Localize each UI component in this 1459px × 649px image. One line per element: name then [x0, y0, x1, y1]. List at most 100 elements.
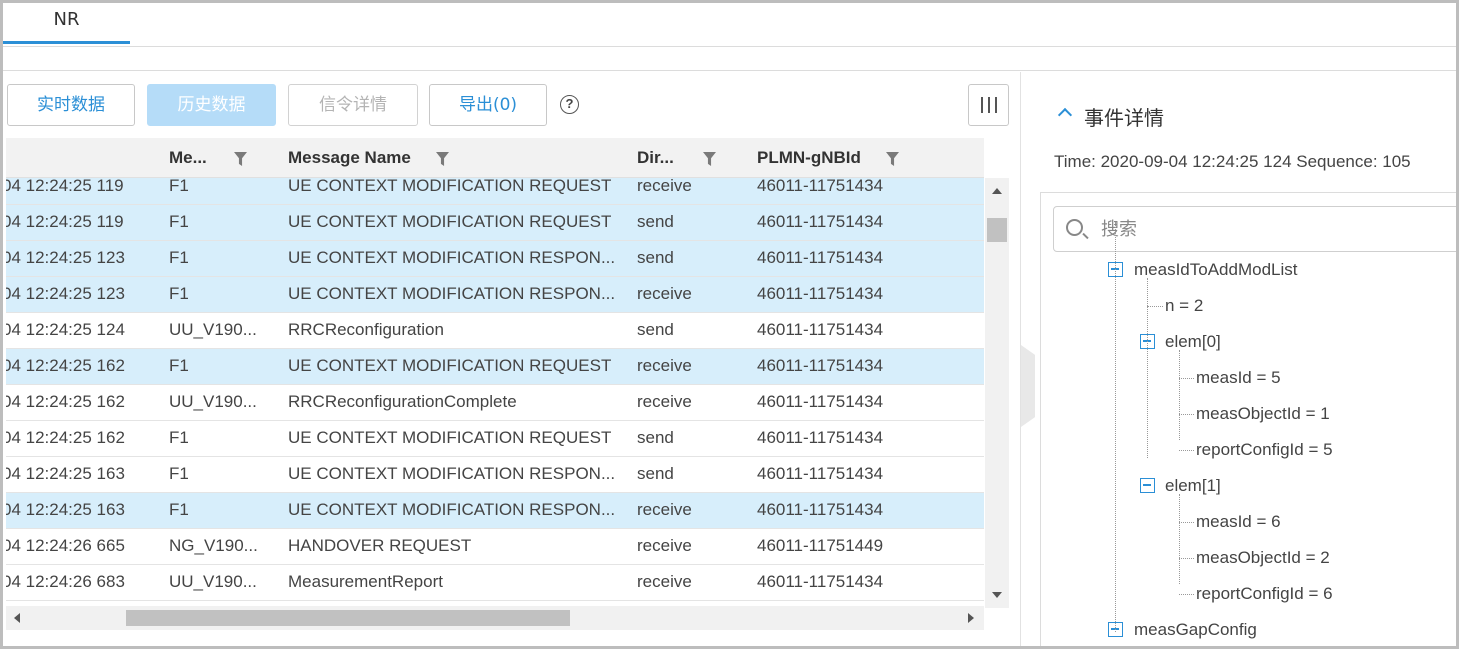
horizontal-scrollbar[interactable]	[6, 606, 984, 630]
event-detail-panel: 事件详情 Time: 2020-09-04 12:24:25 124 Seque…	[1036, 72, 1456, 646]
cell-name: UE CONTEXT MODIFICATION REQUEST	[288, 178, 612, 195]
cell-time: 04 12:24:26 683	[6, 572, 125, 591]
table-row[interactable]: 04 12:24:25 162 F1 UE CONTEXT MODIFICATION…	[6, 421, 984, 457]
panel-collapse-handle[interactable]	[1021, 345, 1035, 427]
cell-time: 04 12:24:25 162	[6, 428, 125, 447]
table-row[interactable]: 04 12:24:25 163 F1 UE CONTEXT MODIFICATION…	[6, 493, 984, 529]
vertical-scrollbar[interactable]	[985, 178, 1009, 608]
cell-dir: receive	[637, 572, 692, 591]
collapse-toggle-icon[interactable]	[1140, 478, 1155, 493]
scroll-up-icon[interactable]	[992, 188, 1002, 194]
column-header-me[interactable]: Me...	[169, 138, 207, 178]
column-header-direction[interactable]: Dir...	[637, 138, 674, 178]
column-settings-icon-bar	[988, 97, 990, 113]
tree-connector	[1179, 450, 1194, 451]
cell-me: F1	[169, 428, 189, 447]
panel-divider	[1020, 72, 1021, 646]
cell-dir: send	[637, 248, 674, 267]
tree-leaf: measObjectId = 2	[1196, 548, 1330, 567]
column-settings-button[interactable]	[968, 84, 1009, 126]
horizontal-scroll-thumb[interactable]	[126, 610, 570, 626]
column-header-message-name[interactable]: Message Name	[288, 138, 411, 178]
cell-time: 04 12:24:26 665	[6, 536, 125, 555]
export-button[interactable]: 导出(0)	[429, 84, 547, 126]
cell-time: 04 12:24:25 162	[6, 392, 125, 411]
filter-icon[interactable]	[234, 152, 247, 166]
tree-node[interactable]: measIdToAddModList	[1134, 260, 1297, 280]
filter-icon[interactable]	[436, 152, 449, 166]
cell-name: UE CONTEXT MODIFICATION RESPON...	[288, 500, 616, 519]
cell-me: F1	[169, 464, 189, 483]
cell-name: UE CONTEXT MODIFICATION REQUEST	[288, 428, 612, 447]
table-row[interactable]: 04 12:24:25 163 F1 UE CONTEXT MODIFICATION…	[6, 457, 984, 493]
cell-time: 04 12:24:25 162	[6, 356, 125, 375]
table-row[interactable]: 04 12:24:25 123 F1 UE CONTEXT MODIFICATION…	[6, 241, 984, 277]
table-row[interactable]: 04 12:24:25 124 UU_V190... RRCReconfigurat…	[6, 313, 984, 349]
cell-name: MeasurementReport	[288, 572, 443, 591]
cell-plmn: 46011-11751434	[757, 178, 884, 195]
cell-me: NG_V190...	[169, 536, 258, 555]
cell-dir: send	[637, 320, 674, 339]
cell-time: 04 12:24:25 119	[6, 178, 124, 195]
tree-connector	[1179, 378, 1194, 379]
cell-name: UE CONTEXT MODIFICATION REQUEST	[288, 212, 612, 231]
tree-search-input[interactable]	[1099, 215, 1399, 243]
column-settings-icon-bar	[995, 97, 997, 113]
tree-connector	[1179, 558, 1194, 559]
tree-connector	[1147, 278, 1148, 458]
tree-node[interactable]: elem[1]	[1165, 476, 1221, 496]
cell-dir: send	[637, 464, 674, 483]
cell-plmn: 46011-11751434	[757, 356, 884, 375]
cell-time: 04 12:24:25 124	[6, 320, 125, 339]
cell-me: F1	[169, 248, 189, 267]
cell-name: HANDOVER REQUEST	[288, 536, 472, 555]
cell-dir: receive	[637, 536, 692, 555]
cell-dir: receive	[637, 500, 692, 519]
cell-plmn: 46011-11751434	[757, 572, 884, 591]
tree-connector	[1179, 350, 1180, 440]
tab-bar: NR	[3, 3, 1456, 47]
help-icon[interactable]: ?	[560, 95, 579, 114]
filter-icon[interactable]	[886, 152, 899, 166]
table-row[interactable]: 04 12:24:26 683 UU_V190... MeasurementRepo…	[6, 565, 984, 601]
cell-name: RRCReconfigurationComplete	[288, 392, 517, 411]
column-header-plmn-gnbid[interactable]: PLMN-gNBId	[757, 138, 861, 178]
tree-node[interactable]: elem[0]	[1165, 332, 1221, 352]
cell-name: UE CONTEXT MODIFICATION REQUEST	[288, 356, 612, 375]
tree-leaf: measId = 5	[1196, 368, 1281, 387]
cell-plmn: 46011-11751434	[757, 392, 884, 411]
history-data-button[interactable]: 历史数据	[147, 84, 276, 126]
message-table: Me... Message Name Dir... PLMN-gNBId 04 …	[6, 138, 984, 638]
table-row[interactable]: 04 12:24:25 162 F1 UE CONTEXT MODIFICATION…	[6, 349, 984, 385]
tree-search-box[interactable]	[1053, 206, 1456, 252]
cell-me: F1	[169, 356, 189, 375]
event-time-sequence: Time: 2020-09-04 12:24:25 124 Sequence: …	[1054, 152, 1411, 171]
table-row[interactable]: 04 12:24:25 119 F1 UE CONTEXT MODIFICATION…	[6, 205, 984, 241]
cell-plmn: 46011-11751434	[757, 284, 884, 303]
tree-node[interactable]: measGapConfig	[1134, 620, 1257, 640]
cell-time: 04 12:24:25 163	[6, 500, 125, 519]
tree-connector	[1179, 522, 1194, 523]
column-settings-icon	[981, 97, 983, 113]
scroll-left-icon[interactable]	[14, 613, 20, 623]
cell-dir: send	[637, 428, 674, 447]
cell-plmn: 46011-11751434	[757, 500, 884, 519]
table-row[interactable]: 04 12:24:25 119 F1 UE CONTEXT MODIFICATION…	[6, 178, 984, 205]
vertical-scroll-thumb[interactable]	[987, 218, 1007, 242]
cell-me: F1	[169, 212, 189, 231]
cell-time: 04 12:24:25 123	[6, 248, 125, 267]
table-row[interactable]: 04 12:24:25 123 F1 UE CONTEXT MODIFICATION…	[6, 277, 984, 313]
tree-connector	[1179, 594, 1194, 595]
cell-me: UU_V190...	[169, 320, 257, 339]
table-row[interactable]: 04 12:24:26 665 NG_V190... HANDOVER REQUES…	[6, 529, 984, 565]
tree-connector	[1115, 222, 1116, 632]
chevron-up-icon[interactable]	[1057, 107, 1073, 123]
realtime-data-button[interactable]: 实时数据	[7, 84, 135, 126]
scroll-down-icon[interactable]	[992, 592, 1002, 598]
scroll-right-icon[interactable]	[968, 613, 974, 623]
cell-dir: receive	[637, 392, 692, 411]
signaling-detail-button[interactable]: 信令详情	[288, 84, 418, 126]
table-row[interactable]: 04 12:24:25 162 UU_V190... RRCReconfigurat…	[6, 385, 984, 421]
cell-name: UE CONTEXT MODIFICATION RESPON...	[288, 464, 616, 483]
filter-icon[interactable]	[703, 152, 716, 166]
